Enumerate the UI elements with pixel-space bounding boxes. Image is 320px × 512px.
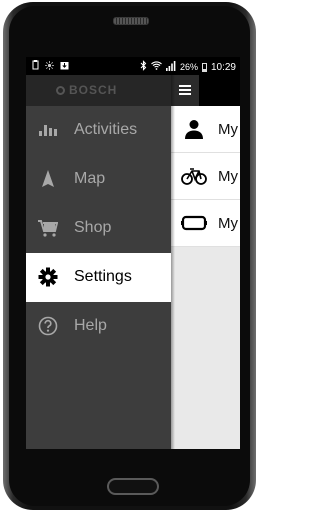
drawer-item-label: Help [74, 317, 107, 334]
settings-panel: My My My [171, 75, 240, 449]
menu-bar-icon [179, 89, 191, 91]
drawer-header: BOSCH [26, 75, 171, 106]
drawer-shadow [171, 75, 175, 449]
settings-header [171, 75, 240, 106]
wifi-icon [151, 61, 162, 73]
drawer-item-label: Activities [74, 121, 138, 138]
menu-bar-icon [179, 93, 191, 95]
drawer-item-settings[interactable]: Settings [26, 253, 171, 302]
settings-item-label: My [218, 168, 238, 185]
menu-bar-icon [179, 85, 191, 87]
navigation-drawer: BOSCH Activities Map Shop Settings Help [26, 75, 171, 449]
battery-icon [201, 62, 207, 72]
earpiece-speaker [113, 17, 149, 25]
status-bar: 26% 10:29 [26, 57, 240, 75]
brand-name: BOSCH [69, 83, 118, 97]
drawer-item-label: Map [74, 170, 106, 187]
brand-logo: BOSCH [56, 83, 117, 97]
settings-item-my-display[interactable]: My [171, 200, 240, 247]
drawer-item-label: Shop [74, 219, 112, 236]
bluetooth-icon [140, 60, 147, 74]
bosch-logo-icon [56, 85, 65, 95]
gear-icon [38, 267, 58, 287]
settings-item-label: My [218, 215, 238, 232]
status-left-icons [32, 60, 69, 73]
drawer-item-shop[interactable]: Shop [26, 204, 171, 253]
help-icon [38, 316, 58, 336]
status-time: 10:29 [210, 61, 236, 73]
download-icon [60, 61, 69, 73]
settings-item-label: My [218, 121, 238, 138]
person-icon [181, 119, 207, 139]
status-right-icons: 26% 10:29 [140, 60, 236, 74]
display-device-icon [181, 213, 207, 233]
drawer-item-activities[interactable]: Activities [26, 106, 171, 155]
navigation-arrow-icon [38, 169, 58, 189]
home-button[interactable] [107, 478, 159, 495]
drawer-item-help[interactable]: Help [26, 302, 171, 351]
menu-toggle-button[interactable] [171, 75, 199, 106]
bicycle-icon [181, 166, 207, 186]
screen: 26% 10:29 My My My BOSCH Activities Map … [26, 57, 240, 449]
drawer-item-map[interactable]: Map [26, 155, 171, 204]
settings-item-my-ebike[interactable]: My [171, 153, 240, 200]
battery-percent: 26% [179, 61, 198, 72]
signal-icon [165, 60, 176, 74]
settings-item-my-profile[interactable]: My [171, 106, 240, 153]
bar-chart-icon [38, 120, 58, 140]
brightness-icon [45, 60, 54, 73]
cart-icon [38, 218, 59, 238]
usb-icon [32, 60, 39, 73]
drawer-item-label: Settings [74, 268, 132, 285]
